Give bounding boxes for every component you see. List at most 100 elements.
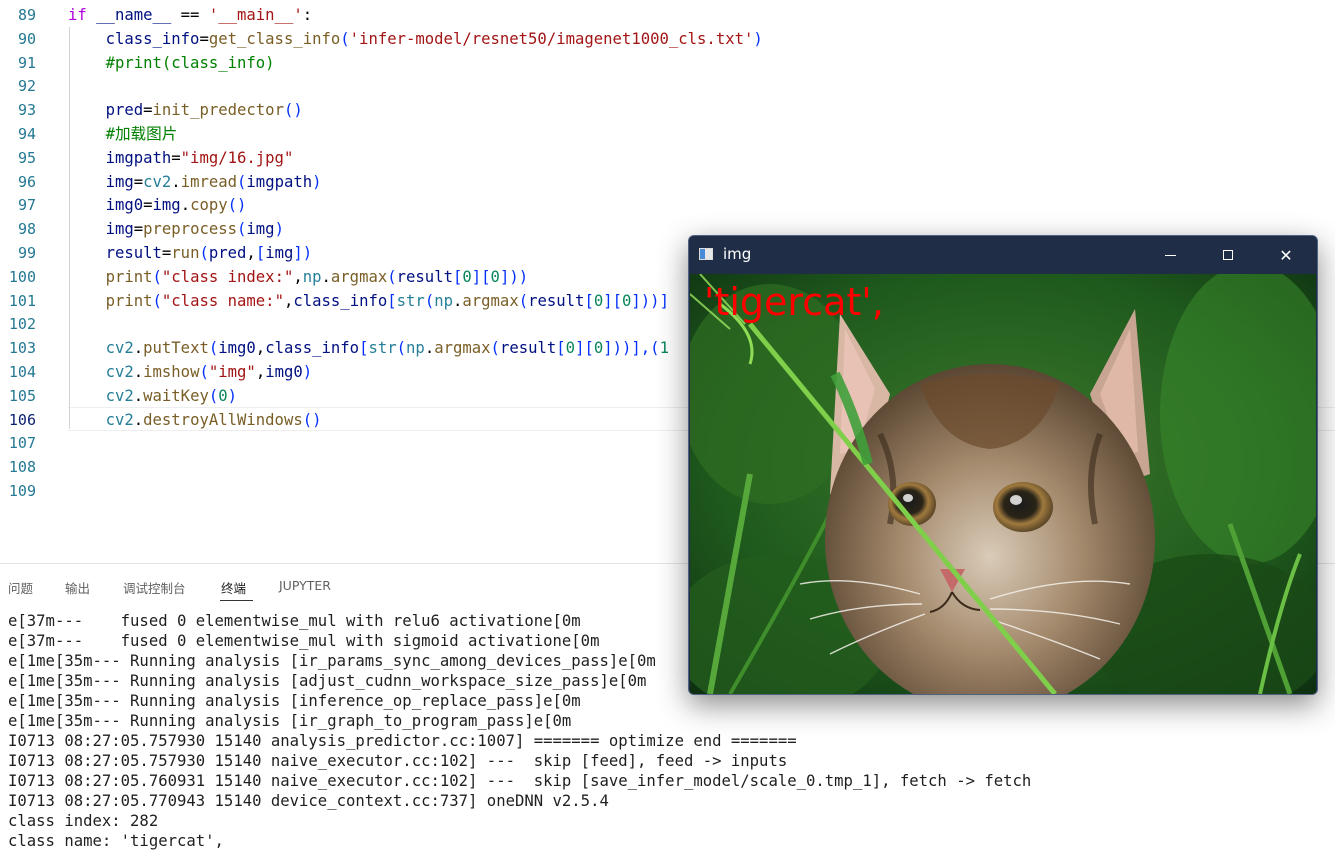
line-number: 109	[8, 482, 36, 500]
code-token: ,	[246, 244, 256, 262]
code-token: )	[227, 386, 238, 405]
code-line[interactable]: 93 pred=init_predector()	[0, 98, 1335, 122]
code-token: (	[518, 291, 529, 310]
code-token: "img"	[208, 363, 256, 381]
code-token: class_info	[265, 339, 360, 358]
code-token: argmax	[434, 339, 491, 358]
code-token: img0	[218, 339, 256, 358]
code-token: "img/16.jpg"	[180, 148, 294, 167]
code-text: cv2.destroyAllWindows()	[68, 408, 322, 432]
code-line[interactable]: 91 #print(class_info)	[0, 51, 1335, 75]
minimize-button[interactable]	[1141, 236, 1199, 274]
code-token: ][	[603, 291, 623, 310]
code-token: =	[161, 244, 172, 262]
code-token: ]))]	[631, 291, 669, 310]
code-text: img=cv2.imread(imgpath)	[68, 170, 322, 194]
line-number: 104	[8, 363, 36, 381]
code-token: =	[171, 148, 181, 167]
image-viewport: 'tigercat',	[690, 274, 1316, 694]
code-token: =	[143, 196, 153, 215]
maximize-button[interactable]	[1199, 236, 1257, 274]
tab-terminal[interactable]: 终端	[221, 578, 246, 597]
code-token: if	[68, 6, 87, 24]
code-token: 1	[659, 339, 669, 358]
code-token: 0	[218, 386, 228, 405]
line-number: 96	[17, 172, 36, 191]
code-token: .	[133, 386, 144, 405]
line-number: 102	[8, 315, 36, 334]
code-token: class_info	[293, 291, 388, 310]
line-number: 98	[17, 220, 36, 239]
code-token: img0	[105, 196, 144, 215]
code-token: ()	[283, 101, 303, 120]
line-number: 100	[8, 267, 36, 286]
code-text: if __name__ == '__main__':	[68, 3, 312, 27]
code-token: destroyAllWindows	[143, 410, 303, 429]
window-titlebar[interactable]: img ✕	[689, 236, 1317, 274]
code-token: 0	[490, 267, 500, 286]
line-number: 106	[8, 410, 36, 429]
code-token: #print(class_info)	[105, 53, 275, 72]
code-token: 0	[593, 291, 604, 310]
code-text: cv2.putText(img0,class_info[str(np.argma…	[68, 336, 669, 360]
code-line[interactable]: 96 img=cv2.imread(imgpath)	[0, 170, 1335, 194]
code-line[interactable]: 92	[0, 74, 1335, 98]
code-token: .	[452, 291, 463, 310]
tab-jupyter[interactable]: JUPYTER	[279, 578, 331, 593]
code-token: ,	[293, 267, 303, 286]
code-token: .	[321, 267, 331, 286]
code-line[interactable]: 95 imgpath="img/16.jpg"	[0, 146, 1335, 170]
code-token: ==	[171, 6, 209, 24]
code-token: 0	[462, 267, 472, 286]
code-token: =	[133, 172, 144, 191]
code-token: ][	[471, 267, 491, 286]
code-token: pred	[105, 101, 144, 120]
opencv-image-window[interactable]: img ✕ 'tigercat',	[688, 235, 1318, 695]
code-token: init_predector	[152, 101, 284, 120]
code-token: .	[424, 339, 435, 358]
code-text: class_info=get_class_info('infer-model/r…	[68, 27, 763, 51]
tab-debug-console[interactable]: 调试控制台	[123, 578, 186, 597]
code-token: cv2	[105, 410, 134, 429]
code-token: (	[340, 29, 350, 48]
code-token: 'infer-model/resnet50/imagenet1000_cls.t…	[349, 29, 754, 48]
code-line[interactable]: 94 #加载图片	[0, 122, 1335, 146]
code-token: pred	[208, 244, 247, 262]
tab-output[interactable]: 输出	[65, 578, 90, 597]
close-button[interactable]: ✕	[1257, 236, 1315, 274]
code-token: preprocess	[143, 220, 238, 239]
code-token: [	[584, 291, 594, 310]
code-token: .	[133, 339, 144, 358]
code-line[interactable]: 97 img0=img.copy()	[0, 193, 1335, 217]
code-token: img	[265, 244, 294, 262]
code-token: )	[753, 29, 763, 48]
tab-problems[interactable]: 问题	[8, 578, 33, 597]
code-token: [	[255, 244, 266, 262]
code-token: str	[396, 291, 425, 310]
code-token: imgpath	[246, 172, 313, 191]
terminal-line: class index: 282	[8, 812, 159, 830]
code-token: 0	[565, 339, 576, 358]
code-token: [	[387, 291, 397, 310]
line-number: 91	[17, 53, 36, 72]
code-token: "class index:"	[161, 267, 294, 286]
line-number: 89	[17, 6, 36, 24]
code-line[interactable]: 89 if __name__ == '__main__':	[0, 3, 1335, 27]
code-token: .	[180, 196, 191, 215]
active-tab-indicator	[220, 600, 253, 601]
code-token: ,	[255, 363, 266, 381]
line-number: 95	[17, 148, 36, 167]
close-icon: ✕	[1279, 245, 1293, 265]
code-line[interactable]: 90 class_info=get_class_info('infer-mode…	[0, 27, 1335, 51]
code-token: img	[246, 220, 275, 239]
code-token: =	[199, 29, 209, 48]
